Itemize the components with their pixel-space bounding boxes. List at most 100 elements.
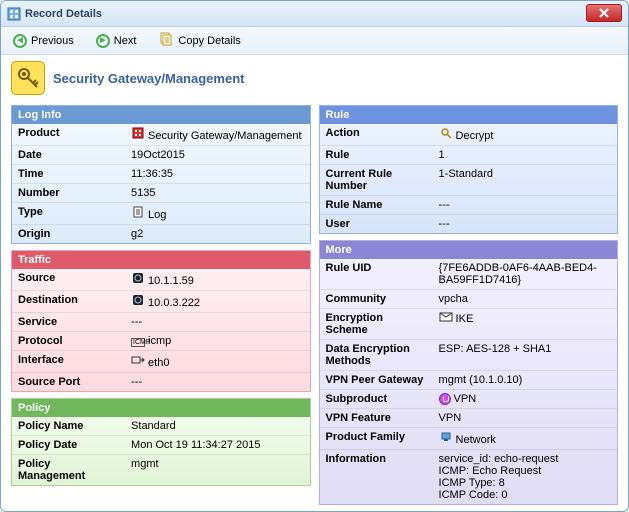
traffic-header: Traffic (12, 251, 310, 269)
field-label: Action (320, 124, 433, 146)
field-value: eth0 (125, 351, 309, 373)
ike-icon (439, 312, 453, 325)
field-label: Rule Name (320, 196, 433, 215)
table-row: Service--- (12, 313, 310, 332)
field-value: 10.1.1.59 (125, 269, 309, 291)
toolbar: ◄ Previous ► Next Copy Details (1, 27, 628, 55)
table-row: Product FamilyNetwork (320, 428, 618, 450)
field-label: Product (12, 124, 125, 146)
more-header: More (320, 241, 618, 259)
field-label: Type (12, 203, 125, 225)
content: Security Gateway/Management Log Info Pro… (1, 55, 628, 511)
field-label: Protocol (12, 332, 125, 351)
field-label: VPN Peer Gateway (320, 371, 433, 390)
field-value: ICMPicmp (125, 332, 309, 351)
log-info-panel: Log Info ProductSecurity Gateway/Managem… (11, 105, 311, 244)
log-icon (131, 206, 145, 221)
table-row: Rule1 (320, 146, 618, 165)
table-row: TypeLog (12, 203, 310, 225)
field-value: service_id: echo-request ICMP: Echo Requ… (433, 450, 617, 505)
record-details-window: Record Details ◄ Previous ► Next Copy De… (0, 0, 629, 512)
table-row: VPN Peer Gatewaymgmt (10.1.0.10) (320, 371, 618, 390)
more-panel: More Rule UID{7FE6ADDB-0AF6-4AAB-BED4-BA… (319, 240, 619, 505)
main-scroll[interactable]: Log Info ProductSecurity Gateway/Managem… (1, 101, 628, 511)
copy-details-button[interactable]: Copy Details (154, 29, 244, 52)
field-label: Policy Management (12, 455, 125, 486)
field-label: Number (12, 184, 125, 203)
field-value: VPN (433, 390, 617, 409)
policy-panel: Policy Policy NameStandard Policy DateMo… (11, 398, 311, 486)
field-label: Data Encryption Methods (320, 340, 433, 371)
record-type-title: Security Gateway/Management (53, 71, 244, 86)
table-row: VPN FeatureVPN (320, 409, 618, 428)
previous-button[interactable]: ◄ Previous (9, 32, 78, 50)
table-row: ProtocolICMPicmp (12, 332, 310, 351)
field-label: Subproduct (320, 390, 433, 409)
previous-label: Previous (31, 35, 74, 47)
field-label: Policy Name (12, 417, 125, 436)
app-icon (7, 7, 21, 21)
field-value: --- (125, 373, 309, 392)
field-value: vpcha (433, 290, 617, 309)
table-row: ActionDecrypt (320, 124, 618, 146)
field-value: --- (433, 215, 617, 234)
host-icon (131, 272, 145, 287)
titlebar: Record Details (1, 1, 628, 27)
field-value: 19Oct2015 (125, 146, 309, 165)
host-icon (131, 294, 145, 309)
field-value: 10.0.3.222 (125, 291, 309, 313)
decrypt-icon (439, 127, 453, 142)
field-label: Destination (12, 291, 125, 313)
copy-details-label: Copy Details (178, 35, 240, 47)
field-label: Policy Date (12, 436, 125, 455)
protocol-icon: ICMP (131, 338, 145, 347)
table-row: Policy DateMon Oct 19 11:34:27 2015 (12, 436, 310, 455)
record-header: Security Gateway/Management (1, 55, 628, 101)
table-row: Time11:36:35 (12, 165, 310, 184)
field-label: Source Port (12, 373, 125, 392)
next-icon: ► (96, 34, 110, 48)
field-value: {7FE6ADDB-0AF6-4AAB-BED4-BA59FF1D7416} (433, 259, 617, 290)
interface-icon (131, 354, 145, 369)
policy-header: Policy (12, 399, 310, 417)
network-icon (439, 431, 453, 446)
close-button[interactable] (586, 4, 622, 22)
field-value: mgmt (125, 455, 309, 486)
field-label: VPN Feature (320, 409, 433, 428)
field-value: ESP: AES-128 + SHA1 (433, 340, 617, 371)
field-value: VPN (433, 409, 617, 428)
field-value: Log (125, 203, 309, 225)
table-row: Data Encryption MethodsESP: AES-128 + SH… (320, 340, 618, 371)
table-row: Informationservice_id: echo-request ICMP… (320, 450, 618, 505)
table-row: Policy NameStandard (12, 417, 310, 436)
field-value: 5135 (125, 184, 309, 203)
table-row: Communityvpcha (320, 290, 618, 309)
table-row: Rule Name--- (320, 196, 618, 215)
field-label: Information (320, 450, 433, 505)
field-value: 1-Standard (433, 165, 617, 196)
field-value: Network (433, 428, 617, 450)
field-value: Mon Oct 19 11:34:27 2015 (125, 436, 309, 455)
field-label: Encryption Scheme (320, 309, 433, 340)
field-label: Rule UID (320, 259, 433, 290)
table-row: User--- (320, 215, 618, 234)
left-column: Log Info ProductSecurity Gateway/Managem… (11, 105, 311, 505)
vpn-badge-icon (439, 393, 451, 405)
log-info-header: Log Info (12, 106, 310, 124)
field-label: Origin (12, 225, 125, 244)
field-label: Service (12, 313, 125, 332)
table-row: ProductSecurity Gateway/Management (12, 124, 310, 146)
field-label: Time (12, 165, 125, 184)
table-row: Destination10.0.3.222 (12, 291, 310, 313)
traffic-panel: Traffic Source10.1.1.59 Destination10.0.… (11, 250, 311, 392)
field-label: Product Family (320, 428, 433, 450)
next-button[interactable]: ► Next (92, 32, 141, 50)
table-row: Source Port--- (12, 373, 310, 392)
prev-icon: ◄ (13, 34, 27, 48)
right-column: Rule ActionDecrypt Rule1 Current Rule Nu… (319, 105, 619, 505)
rule-header: Rule (320, 106, 618, 124)
field-value: Decrypt (433, 124, 617, 146)
field-value: --- (433, 196, 617, 215)
field-label: Interface (12, 351, 125, 373)
field-value: 1 (433, 146, 617, 165)
